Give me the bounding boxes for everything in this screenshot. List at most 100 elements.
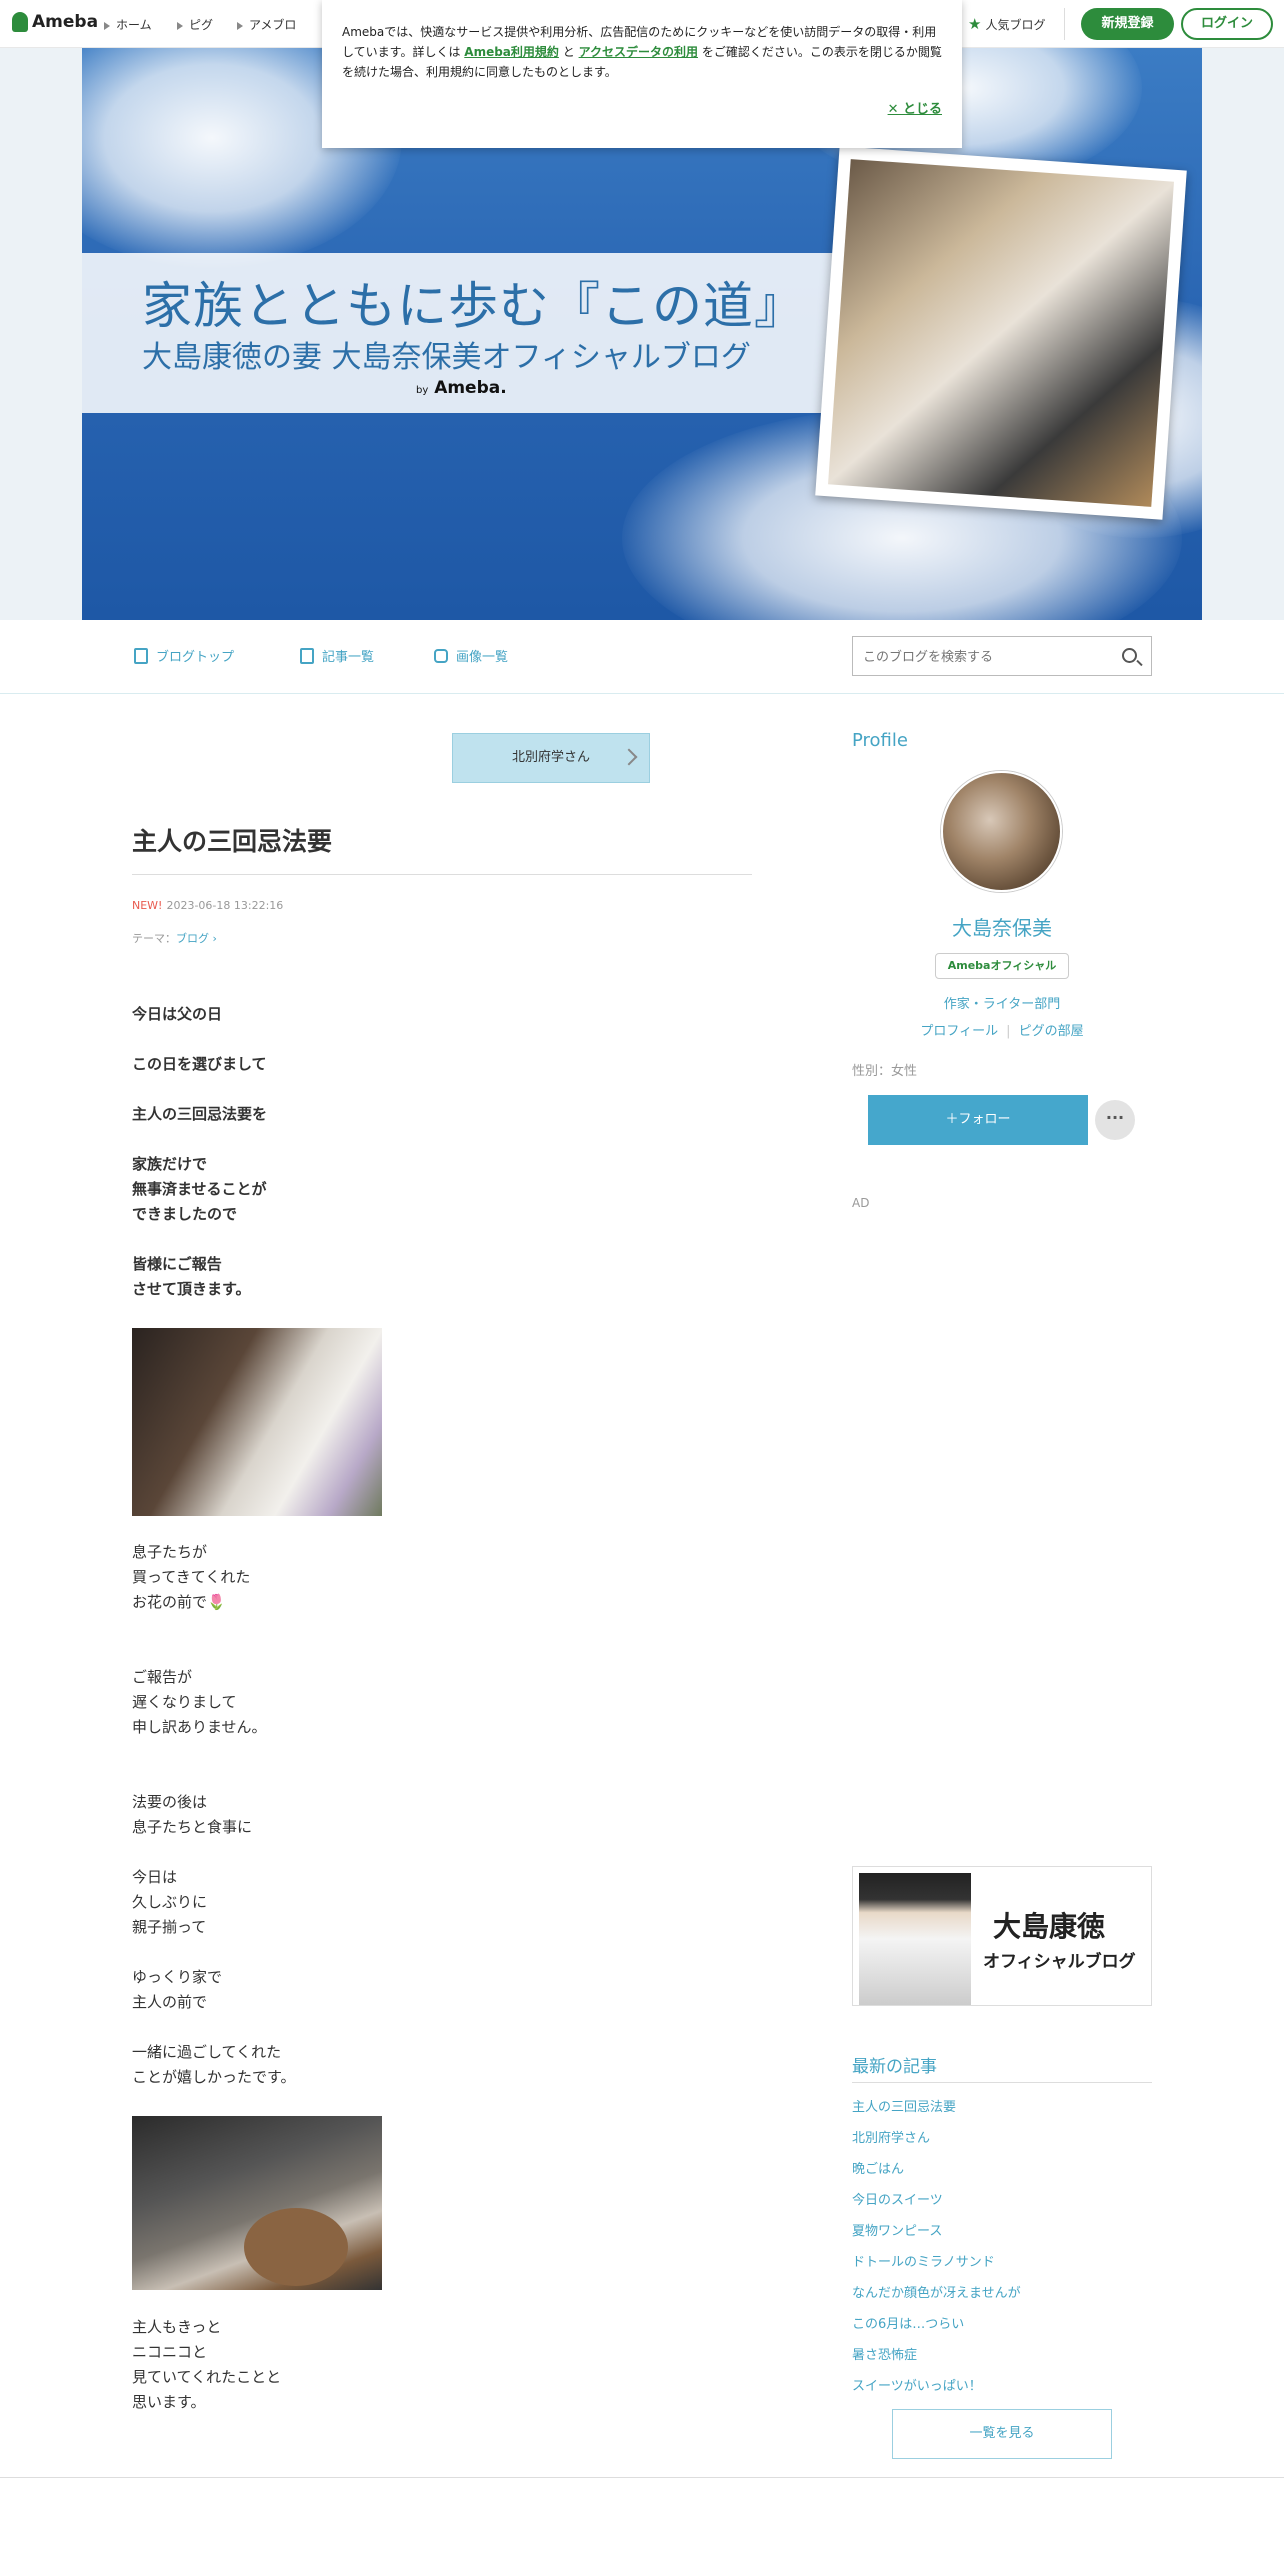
body-text: 主人もきっと bbox=[132, 2318, 222, 2336]
access-data-link[interactable]: アクセスデータの利用 bbox=[579, 45, 698, 59]
article-photo[interactable] bbox=[132, 2116, 382, 2290]
blog-subtitle: 大島康徳の妻 大島奈保美オフィシャルブログ bbox=[142, 340, 751, 375]
body-text: 無事済ませることが bbox=[132, 1180, 267, 1198]
nav-ameblo[interactable]: アメブロ bbox=[237, 16, 296, 33]
profile-links: プロフィール | ピグの部屋 bbox=[920, 1024, 1084, 1039]
logo-text: Ameba bbox=[32, 12, 99, 32]
article-photo[interactable] bbox=[132, 1328, 382, 1516]
body-text: 今日は父の日 bbox=[132, 1005, 223, 1023]
body-text: ニコニコと bbox=[132, 2343, 208, 2361]
body-text: ゆっくり家で bbox=[132, 1968, 223, 1986]
body-text: 遅くなりまして bbox=[132, 1693, 237, 1711]
latest-entry-link[interactable]: 主人の三回忌法要 bbox=[852, 2096, 956, 2115]
adjacent-entry-button[interactable]: 北別府学さん bbox=[452, 733, 650, 783]
popular-blog-link[interactable]: ★ 人気ブログ bbox=[968, 15, 1045, 33]
article-theme: テーマ：ブログ › bbox=[132, 930, 217, 946]
body-text: 主人の前で bbox=[132, 1993, 208, 2011]
blog-title: 家族とともに歩む『この道』 bbox=[142, 277, 805, 335]
blog-nav: ブログトップ 記事一覧 画像一覧 bbox=[0, 620, 1284, 694]
body-text: 見ていてくれたことと bbox=[132, 2368, 282, 2386]
document-icon bbox=[134, 647, 148, 664]
latest-entry-link[interactable]: 暑さ恐怖症 bbox=[852, 2344, 917, 2363]
tab-blog-top[interactable]: ブログトップ bbox=[134, 646, 234, 665]
body-text: この日を選びまして bbox=[132, 1055, 267, 1073]
login-button[interactable]: ログイン bbox=[1181, 8, 1273, 40]
player-photo bbox=[859, 1873, 971, 2005]
ameba-logo[interactable]: Ameba bbox=[12, 12, 98, 32]
body-text: できましたので bbox=[132, 1205, 238, 1223]
tab-entry-list[interactable]: 記事一覧 bbox=[300, 646, 374, 665]
article-datetime: 2023-06-18 13:22:16 bbox=[166, 899, 284, 912]
husband-name: 大島康徳 bbox=[993, 1910, 1106, 1943]
author-name[interactable]: 大島奈保美 bbox=[852, 912, 1152, 941]
body-text: 息子たちと食事に bbox=[132, 1818, 253, 1836]
latest-entries-heading: 最新の記事 bbox=[852, 2057, 937, 2077]
by-ameba: by Ameba. bbox=[416, 378, 507, 398]
footer-area bbox=[0, 2478, 1284, 2568]
cookie-and: と bbox=[562, 45, 575, 59]
body-text: 申し訳ありません。 bbox=[132, 1718, 267, 1736]
register-button[interactable]: 新規登録 bbox=[1081, 8, 1174, 40]
official-badge: Amebaオフィシャル bbox=[935, 953, 1069, 979]
ad-label: AD bbox=[852, 1196, 870, 1210]
avatar[interactable] bbox=[941, 771, 1062, 892]
body-text: 思います。 bbox=[132, 2393, 206, 2411]
latest-entry-link[interactable]: ドトールのミラノサンド bbox=[852, 2251, 995, 2270]
chevron-right-icon: › bbox=[209, 932, 217, 945]
tab-image-list-label: 画像一覧 bbox=[456, 650, 509, 665]
tab-blog-top-label: ブログトップ bbox=[156, 650, 235, 665]
title-divider bbox=[132, 874, 752, 875]
see-all-button[interactable]: 一覧を見る bbox=[892, 2409, 1112, 2459]
latest-entry-link[interactable]: スイーツがいっぱい！ bbox=[852, 2375, 982, 2394]
body-text: 息子たちが bbox=[132, 1543, 208, 1561]
star-icon: ★ bbox=[968, 15, 982, 33]
nav-home[interactable]: ホーム bbox=[104, 16, 152, 33]
adjacent-entry-label: 北別府学さん bbox=[511, 750, 590, 765]
body-text: 法要の後は bbox=[132, 1793, 208, 1811]
more-options-button[interactable]: ··· bbox=[1095, 1100, 1135, 1140]
chevron-right-icon bbox=[620, 748, 638, 766]
husband-sub: オフィシャルブログ bbox=[983, 1952, 1136, 1972]
latest-entry-link[interactable]: 北別府学さん bbox=[852, 2127, 930, 2146]
search-input[interactable] bbox=[863, 647, 1103, 667]
body-text: させて頂きます。 bbox=[132, 1280, 251, 1298]
divider bbox=[852, 2082, 1152, 2083]
nav-pigg[interactable]: ピグ bbox=[177, 16, 213, 33]
body-text: 久しぶりに bbox=[132, 1893, 208, 1911]
profile-heading: Profile bbox=[852, 730, 908, 751]
blog-search bbox=[852, 636, 1152, 676]
divider bbox=[1064, 8, 1065, 40]
follow-button[interactable]: ＋フォロー bbox=[868, 1095, 1088, 1145]
body-text: 今日は bbox=[132, 1868, 178, 1886]
body-text: 一緒に過ごしてくれた bbox=[132, 2043, 282, 2061]
terms-link[interactable]: Ameba利用規約 bbox=[464, 45, 559, 59]
body-text: 主人の三回忌法要を bbox=[132, 1105, 268, 1123]
tab-image-list[interactable]: 画像一覧 bbox=[434, 646, 508, 665]
ameba-leaf-icon bbox=[12, 12, 28, 32]
profile-link[interactable]: プロフィール bbox=[920, 1024, 998, 1039]
body-text: 買ってきてくれた bbox=[132, 1568, 251, 1586]
by-brand: Ameba. bbox=[434, 378, 507, 398]
article-title[interactable]: 主人の三回忌法要 bbox=[132, 822, 332, 858]
copy-icon bbox=[300, 647, 314, 664]
latest-entry-link[interactable]: この6月は…つらい bbox=[852, 2313, 964, 2332]
article-meta: NEW! 2023-06-18 13:22:16 bbox=[132, 899, 283, 912]
cookie-close-button[interactable]: ✕ とじる bbox=[888, 100, 942, 120]
latest-entry-link[interactable]: 夏物ワンピース bbox=[852, 2220, 942, 2239]
theme-link[interactable]: ブログ bbox=[176, 932, 209, 945]
search-icon[interactable] bbox=[1122, 648, 1137, 663]
body-text: ことが嬉しかったです。 bbox=[132, 2068, 296, 2086]
new-badge: NEW! bbox=[132, 899, 163, 912]
body-text: 親子揃って bbox=[132, 1918, 207, 1936]
category-link[interactable]: 作家・ライター部門 bbox=[852, 993, 1152, 1012]
body-text: 皆様にご報告 bbox=[132, 1255, 222, 1273]
camera-icon bbox=[434, 648, 448, 663]
popular-blog-label: 人気ブログ bbox=[985, 17, 1046, 32]
body-text: お花の前で🌷 bbox=[132, 1593, 226, 1611]
latest-entry-link[interactable]: なんだか顔色が冴えませんが bbox=[852, 2282, 1021, 2301]
latest-entry-link[interactable]: 晩ごはん bbox=[852, 2158, 904, 2177]
theme-label: テーマ： bbox=[132, 932, 176, 945]
husband-blog-banner[interactable]: 大島康徳 オフィシャルブログ bbox=[852, 1866, 1152, 2006]
pigg-room-link[interactable]: ピグの部屋 bbox=[1019, 1024, 1084, 1039]
latest-entry-link[interactable]: 今日のスイーツ bbox=[852, 2189, 943, 2208]
